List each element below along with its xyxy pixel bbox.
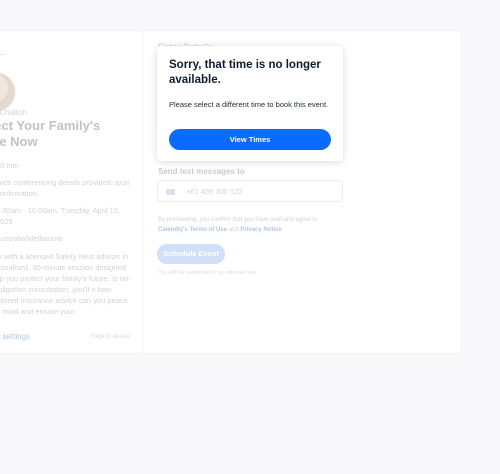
modal-title: Sorry, that time is no longer available. (169, 59, 321, 86)
modal-message: Please select a different time to book t… (169, 100, 329, 109)
view-times-button[interactable]: View Times (169, 129, 331, 150)
unavailable-modal: Sorry, that time is no longer available.… (157, 46, 343, 161)
